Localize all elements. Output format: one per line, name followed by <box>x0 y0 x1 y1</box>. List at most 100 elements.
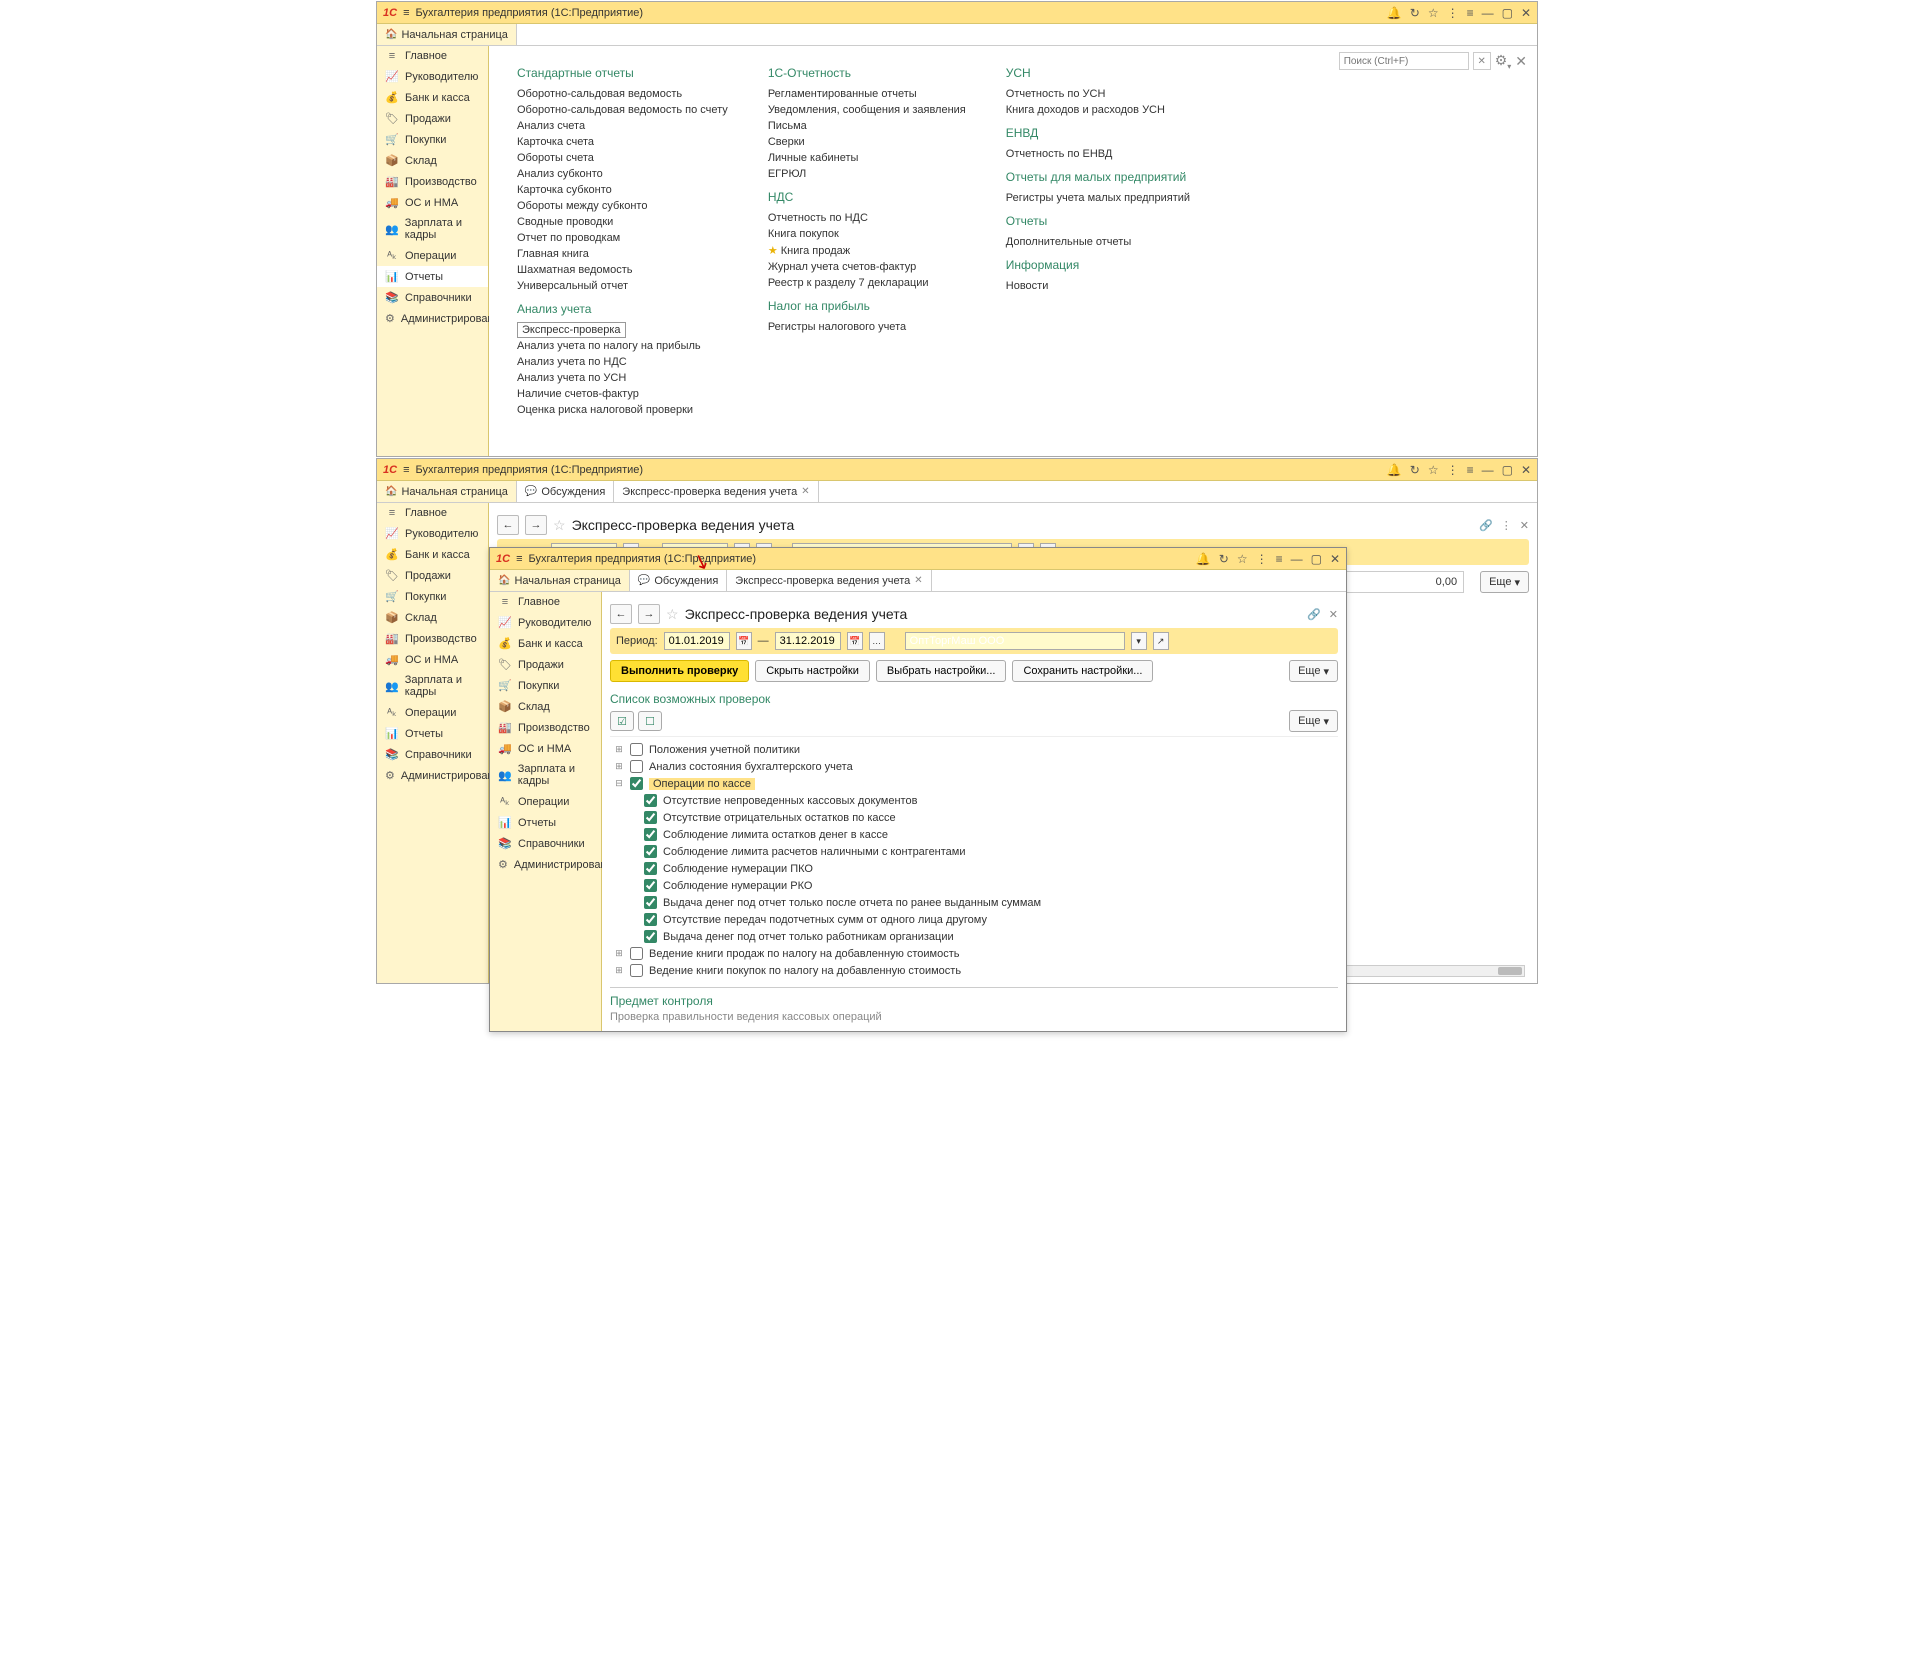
report-link[interactable]: Анализ учета по налогу на прибыль <box>517 338 728 354</box>
sidebar-item[interactable]: ≡Главное <box>377 46 488 66</box>
sidebar-item[interactable]: 📊Отчеты <box>377 266 488 287</box>
check-checkbox[interactable] <box>644 845 657 858</box>
org-open-button[interactable]: ↗ <box>1153 632 1169 650</box>
hide-settings-button[interactable]: Скрыть настройки <box>755 660 870 682</box>
sidebar-item[interactable]: 🛒Покупки <box>377 586 488 607</box>
report-link[interactable]: Дополнительные отчеты <box>1006 234 1190 250</box>
run-check-button[interactable]: Выполнить проверку <box>610 660 749 682</box>
report-link[interactable]: Книга покупок <box>768 226 966 242</box>
star-icon[interactable]: ☆ <box>1428 6 1439 20</box>
report-link[interactable]: Письма <box>768 118 966 134</box>
sidebar-item[interactable]: 📚Справочники <box>377 744 488 765</box>
more-icon[interactable]: ⋮ <box>1501 519 1512 532</box>
sidebar-item[interactable]: 💰Банк и касса <box>377 87 488 108</box>
search-clear-button[interactable]: ✕ <box>1473 52 1491 70</box>
report-link[interactable]: Экспресс-проверка <box>517 322 626 338</box>
check-checkbox[interactable] <box>630 947 643 960</box>
check-row[interactable]: Выдача денег под отчет только работникам… <box>610 928 1338 945</box>
close-icon[interactable]: ✕ <box>1520 519 1529 532</box>
report-link[interactable]: Шахматная ведомость <box>517 262 728 278</box>
sidebar-item[interactable]: 📈Руководителю <box>377 523 488 544</box>
report-link[interactable]: Обороты счета <box>517 150 728 166</box>
checks-more-button[interactable]: Еще▾ <box>1289 710 1338 732</box>
report-link[interactable]: Книга доходов и расходов УСН <box>1006 102 1190 118</box>
check-row[interactable]: ⊞Анализ состояния бухгалтерского учета <box>610 758 1338 775</box>
check-checkbox[interactable] <box>644 794 657 807</box>
report-link[interactable]: ЕГРЮЛ <box>768 166 966 182</box>
report-link[interactable]: Новости <box>1006 278 1190 294</box>
calendar-icon[interactable]: 📅 <box>736 632 752 650</box>
sidebar-item[interactable]: 📊Отчеты <box>490 812 601 833</box>
check-row[interactable]: Соблюдение нумерации РКО <box>610 877 1338 894</box>
sidebar-item[interactable]: 📦Склад <box>490 696 601 717</box>
date-to-input[interactable] <box>775 632 841 650</box>
maximize-icon[interactable]: ▢ <box>1502 463 1513 477</box>
check-checkbox[interactable] <box>630 964 643 977</box>
sidebar-item[interactable]: 💰Банк и касса <box>377 544 488 565</box>
check-checkbox[interactable] <box>630 760 643 773</box>
tab[interactable]: 💬Обсуждения <box>630 570 727 591</box>
report-link[interactable]: Отчетность по ЕНВД <box>1006 146 1190 162</box>
tab[interactable]: 💬Обсуждения <box>517 481 614 502</box>
check-checkbox[interactable] <box>644 896 657 909</box>
report-link[interactable]: Анализ учета по УСН <box>517 370 728 386</box>
sidebar-item[interactable]: 👥Зарплата и кадры <box>377 670 488 702</box>
sidebar-item[interactable]: 🏷Продажи <box>377 108 488 129</box>
link-icon[interactable]: 🔗 <box>1307 608 1321 621</box>
favorite-icon[interactable]: ☆ <box>666 606 679 623</box>
date-from-input[interactable] <box>664 632 730 650</box>
bell-icon[interactable]: 🔔 <box>1387 6 1402 20</box>
sidebar-item[interactable]: ᴬₖОперации <box>490 791 601 812</box>
sidebar-item[interactable]: ⚙Администрирование <box>377 765 488 786</box>
check-row[interactable]: Соблюдение нумерации ПКО <box>610 860 1338 877</box>
close-panel-icon[interactable]: ✕ <box>1515 53 1527 70</box>
check-row[interactable]: ⊞Положения учетной политики <box>610 741 1338 758</box>
close-icon[interactable]: ✕ <box>1330 552 1340 566</box>
report-link[interactable]: Оборотно-сальдовая ведомость по счету <box>517 102 728 118</box>
sidebar-item[interactable]: ⚙Администрирование <box>490 854 601 875</box>
sidebar-item[interactable]: 🛒Покупки <box>490 675 601 696</box>
expand-icon[interactable]: ⊟ <box>614 778 624 789</box>
more-button[interactable]: Еще▾ <box>1289 660 1338 682</box>
check-row[interactable]: Отсутствие передач подотчетных сумм от о… <box>610 911 1338 928</box>
sidebar-item[interactable]: 📦Склад <box>377 607 488 628</box>
tab[interactable]: Экспресс-проверка ведения учета✕ <box>727 570 931 591</box>
choose-settings-button[interactable]: Выбрать настройки... <box>876 660 1007 682</box>
sidebar-item[interactable]: ᴬₖОперации <box>377 702 488 723</box>
check-row[interactable]: Выдача денег под отчет только после отче… <box>610 894 1338 911</box>
check-row[interactable]: Отсутствие непроведенных кассовых докуме… <box>610 792 1338 809</box>
check-checkbox[interactable] <box>644 930 657 943</box>
menu-icon[interactable]: ≡ <box>403 7 409 19</box>
bell-icon[interactable]: 🔔 <box>1196 552 1211 566</box>
report-link[interactable]: Карточка счета <box>517 134 728 150</box>
report-link[interactable]: Книга продаж <box>756 242 966 259</box>
sidebar-item[interactable]: 👥Зарплата и кадры <box>377 213 488 245</box>
tab-close-icon[interactable]: ✕ <box>914 575 922 586</box>
sidebar-item[interactable]: 🏭Производство <box>490 717 601 738</box>
period-ellipsis-button[interactable]: … <box>869 632 885 650</box>
check-row[interactable]: Соблюдение лимита расчетов наличными с к… <box>610 843 1338 860</box>
sidebar-item[interactable]: 🏷Продажи <box>377 565 488 586</box>
report-link[interactable]: Регистры учета малых предприятий <box>1006 190 1190 206</box>
uncheck-all-button[interactable]: ☐ <box>638 711 662 731</box>
report-link[interactable]: Отчетность по НДС <box>768 210 966 226</box>
history-icon[interactable]: ↻ <box>1410 6 1420 20</box>
report-link[interactable]: Анализ учета по НДС <box>517 354 728 370</box>
nav-back-button[interactable]: ← <box>497 515 519 535</box>
sidebar-item[interactable]: 📊Отчеты <box>377 723 488 744</box>
nav-forward-button[interactable]: → <box>525 515 547 535</box>
sidebar-item[interactable]: 🏷Продажи <box>490 654 601 675</box>
check-checkbox[interactable] <box>644 828 657 841</box>
gear-icon[interactable]: ⚙▾ <box>1495 52 1512 71</box>
settings-icon[interactable]: ⋮ <box>1256 552 1268 566</box>
sidebar-item[interactable]: 📚Справочники <box>377 287 488 308</box>
minimize-icon[interactable]: — <box>1482 6 1494 20</box>
sidebar-item[interactable]: 🚚ОС и НМА <box>377 649 488 670</box>
search-input[interactable] <box>1339 52 1469 70</box>
menu-icon[interactable]: ≡ <box>403 464 409 476</box>
report-link[interactable]: Регистры налогового учета <box>768 319 966 335</box>
expand-icon[interactable]: ⊞ <box>614 965 624 976</box>
filter-icon[interactable]: ≡ <box>1467 6 1474 20</box>
check-checkbox[interactable] <box>630 743 643 756</box>
sidebar-item[interactable]: 🏭Производство <box>377 171 488 192</box>
